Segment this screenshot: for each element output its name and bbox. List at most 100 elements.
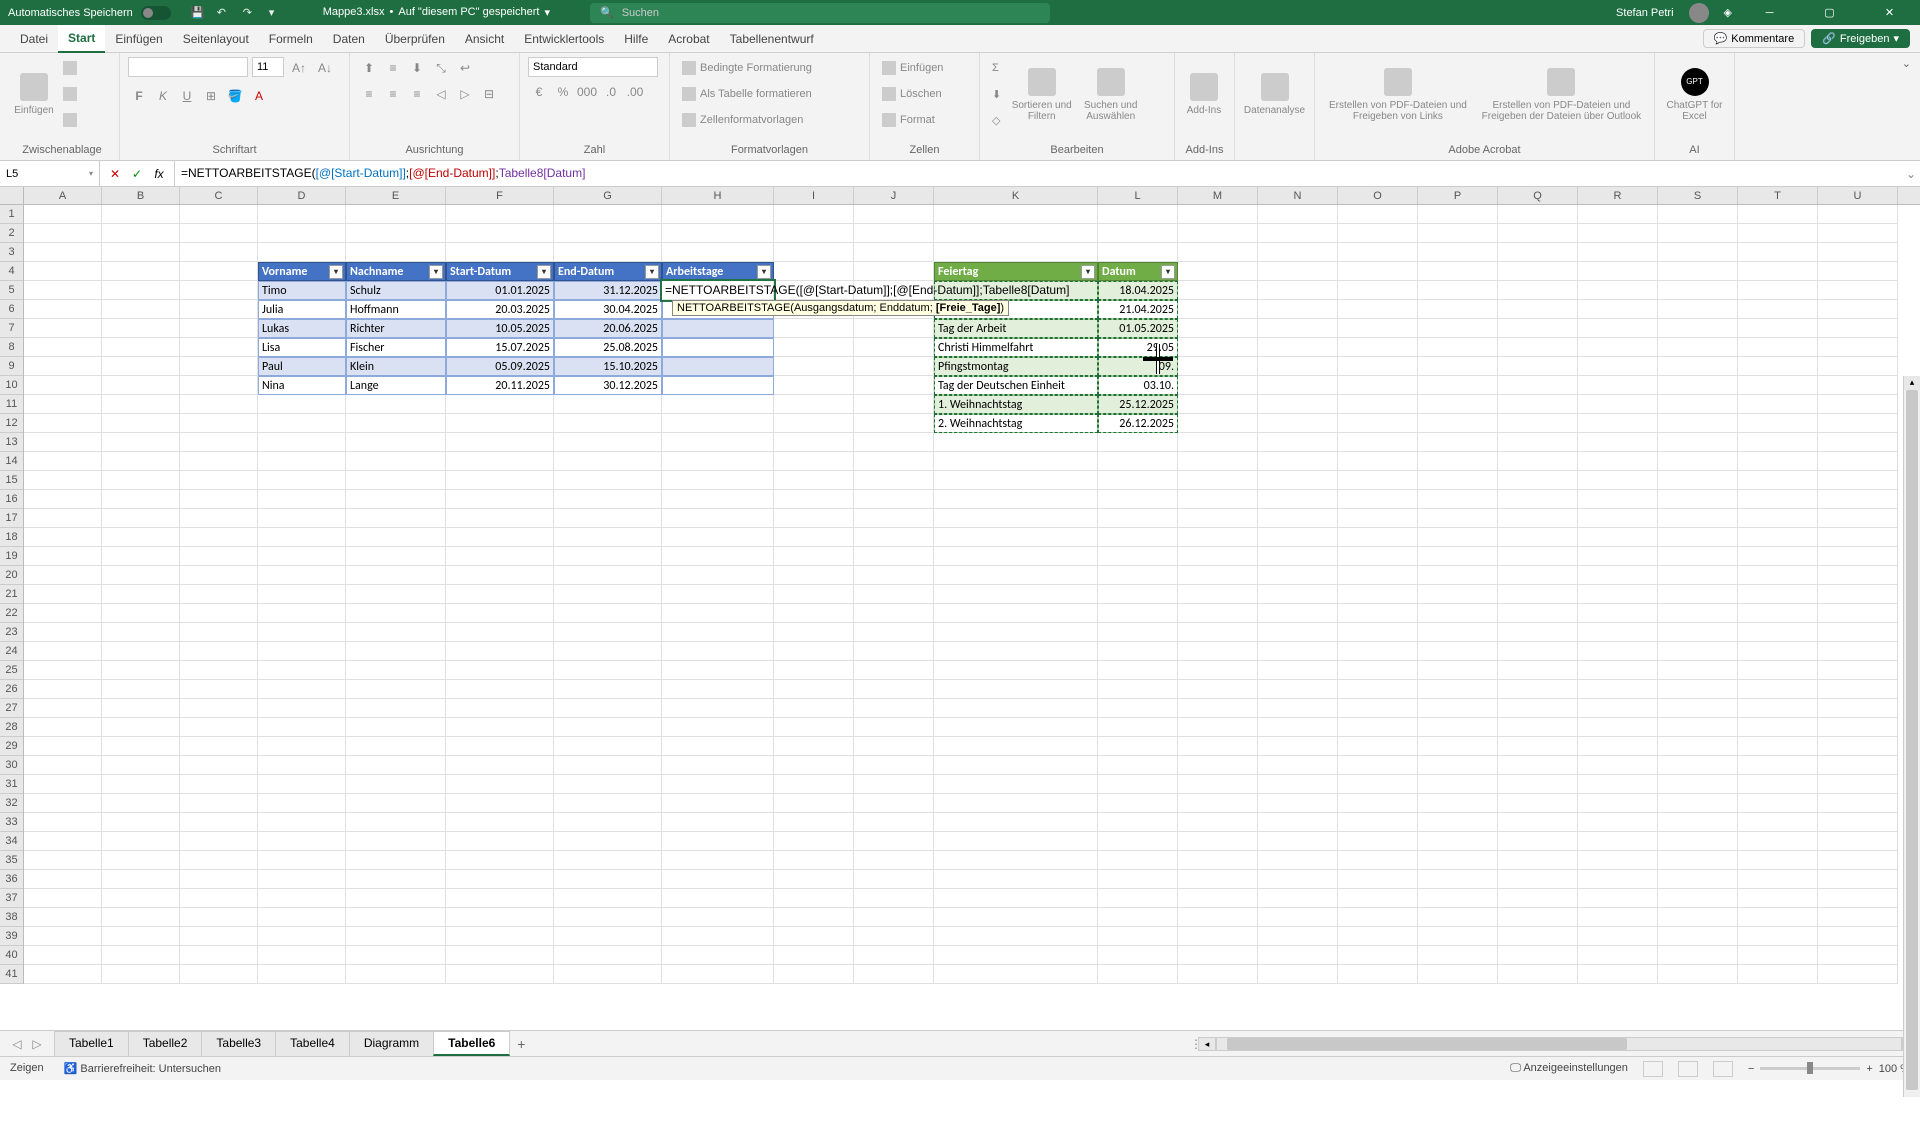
- align-center-button[interactable]: ≡: [382, 83, 404, 105]
- cell[interactable]: [1498, 224, 1578, 243]
- table1-cell[interactable]: 30.12.2025: [554, 376, 662, 395]
- table2-header[interactable]: Feiertag▾: [934, 262, 1098, 281]
- cell[interactable]: [346, 889, 446, 908]
- cell[interactable]: [1818, 376, 1898, 395]
- cell[interactable]: [446, 794, 554, 813]
- cell[interactable]: [854, 813, 934, 832]
- cell[interactable]: [1738, 946, 1818, 965]
- cell[interactable]: [1258, 509, 1338, 528]
- cell[interactable]: [1818, 262, 1898, 281]
- cell[interactable]: [1738, 433, 1818, 452]
- cell[interactable]: [24, 490, 102, 509]
- cell[interactable]: [1338, 642, 1418, 661]
- close-button[interactable]: ✕: [1867, 0, 1912, 25]
- autosum-button[interactable]: Σ: [988, 57, 1005, 79]
- display-settings[interactable]: 🖵 Anzeigeeinstellungen: [1510, 1062, 1628, 1075]
- cell[interactable]: [934, 946, 1098, 965]
- cell[interactable]: [1818, 224, 1898, 243]
- cell[interactable]: [102, 889, 180, 908]
- cell[interactable]: [1658, 528, 1738, 547]
- cell[interactable]: [662, 756, 774, 775]
- cell[interactable]: [854, 851, 934, 870]
- cell[interactable]: [1818, 433, 1898, 452]
- accessibility-status[interactable]: ♿ Barrierefreiheit: Untersuchen: [64, 1062, 221, 1075]
- cell[interactable]: [934, 547, 1098, 566]
- underline-button[interactable]: U: [176, 85, 198, 107]
- cell[interactable]: [774, 224, 854, 243]
- cell[interactable]: [1658, 262, 1738, 281]
- cell[interactable]: [1498, 889, 1578, 908]
- cell[interactable]: [1178, 262, 1258, 281]
- cell[interactable]: [1418, 205, 1498, 224]
- cell[interactable]: [554, 832, 662, 851]
- cell[interactable]: [1818, 965, 1898, 984]
- tab-überprüfen[interactable]: Überprüfen: [375, 25, 455, 53]
- cell[interactable]: [554, 813, 662, 832]
- cell[interactable]: [1258, 946, 1338, 965]
- cell[interactable]: [1498, 395, 1578, 414]
- cell[interactable]: [1498, 528, 1578, 547]
- cell[interactable]: [1178, 737, 1258, 756]
- cell[interactable]: [1258, 205, 1338, 224]
- cell[interactable]: [1498, 357, 1578, 376]
- cell[interactable]: [774, 851, 854, 870]
- cell[interactable]: [24, 471, 102, 490]
- cell[interactable]: [24, 623, 102, 642]
- col-header-G[interactable]: G: [554, 187, 662, 204]
- cell[interactable]: [258, 775, 346, 794]
- cell[interactable]: [24, 813, 102, 832]
- cell[interactable]: [258, 528, 346, 547]
- cell[interactable]: [934, 243, 1098, 262]
- cell[interactable]: [1818, 395, 1898, 414]
- cell[interactable]: [1738, 490, 1818, 509]
- as-table-button[interactable]: Als Tabelle formatieren: [678, 83, 861, 105]
- shrink-font-button[interactable]: A↓: [314, 57, 336, 79]
- cell[interactable]: [346, 547, 446, 566]
- cell[interactable]: [854, 946, 934, 965]
- cell[interactable]: [1738, 680, 1818, 699]
- share-button[interactable]: 🔗 Freigeben ▾: [1811, 29, 1910, 48]
- cell[interactable]: [1098, 661, 1178, 680]
- cell[interactable]: [346, 623, 446, 642]
- cell[interactable]: [346, 737, 446, 756]
- cell[interactable]: [1418, 547, 1498, 566]
- cell[interactable]: [1418, 718, 1498, 737]
- cell[interactable]: [346, 680, 446, 699]
- cell[interactable]: [102, 205, 180, 224]
- cell[interactable]: [1338, 338, 1418, 357]
- cell[interactable]: [774, 642, 854, 661]
- cell[interactable]: [1738, 452, 1818, 471]
- cell[interactable]: [258, 243, 346, 262]
- cell[interactable]: [1818, 509, 1898, 528]
- cell[interactable]: [1098, 813, 1178, 832]
- cell[interactable]: [554, 243, 662, 262]
- cell[interactable]: [1658, 908, 1738, 927]
- col-header-J[interactable]: J: [854, 187, 934, 204]
- normal-view-button[interactable]: [1643, 1061, 1663, 1077]
- table1-cell[interactable]: Lange: [346, 376, 446, 395]
- wrap-button[interactable]: ↩: [454, 57, 476, 79]
- cell[interactable]: [1338, 509, 1418, 528]
- cell[interactable]: [1498, 509, 1578, 528]
- cell[interactable]: [1818, 281, 1898, 300]
- cell[interactable]: [1578, 319, 1658, 338]
- cell[interactable]: [934, 585, 1098, 604]
- table2-cell[interactable]: 09.: [1098, 357, 1178, 376]
- cell[interactable]: [1418, 585, 1498, 604]
- cell[interactable]: [934, 718, 1098, 737]
- cell[interactable]: [1418, 775, 1498, 794]
- cell[interactable]: [1498, 338, 1578, 357]
- cell[interactable]: [1498, 737, 1578, 756]
- row-header-2[interactable]: 2: [0, 224, 23, 243]
- cell[interactable]: [1658, 756, 1738, 775]
- col-header-S[interactable]: S: [1658, 187, 1738, 204]
- cell[interactable]: [1578, 908, 1658, 927]
- cell[interactable]: [1418, 699, 1498, 718]
- cell[interactable]: [1498, 908, 1578, 927]
- cell[interactable]: [662, 243, 774, 262]
- cell[interactable]: [1418, 870, 1498, 889]
- cell[interactable]: [934, 205, 1098, 224]
- cell[interactable]: [1578, 357, 1658, 376]
- number-format-box[interactable]: [528, 57, 658, 77]
- table2-header[interactable]: Datum▾: [1098, 262, 1178, 281]
